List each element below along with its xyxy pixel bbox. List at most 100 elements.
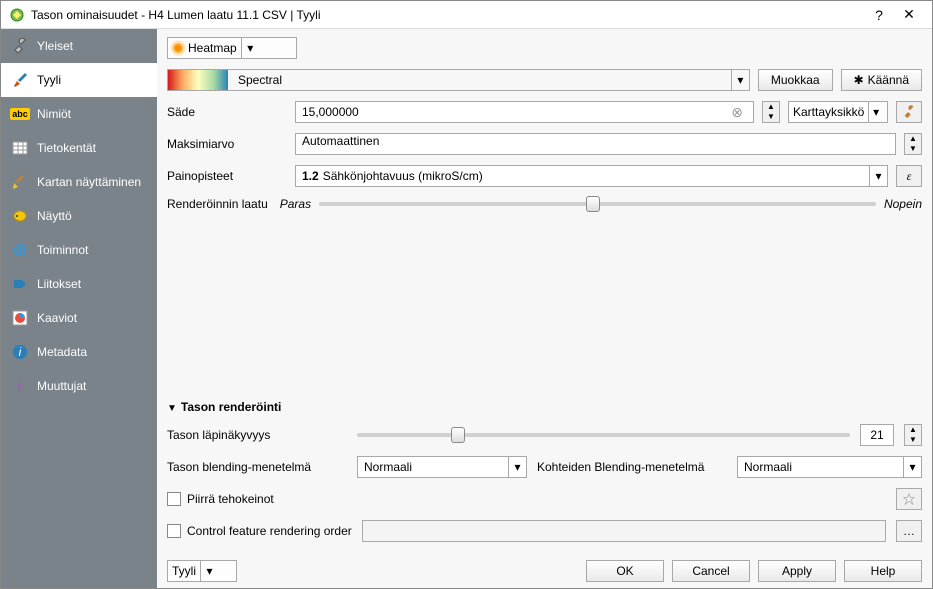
chevron-down-icon: ▾ <box>868 102 883 122</box>
svg-text:ε: ε <box>17 379 23 393</box>
sidebar-item-label: Metadata <box>37 345 87 359</box>
slider-thumb[interactable] <box>586 196 600 212</box>
quality-slider[interactable] <box>319 202 876 206</box>
app-icon <box>9 7 25 23</box>
abc-icon: abc <box>11 105 29 123</box>
opacity-label: Tason läpinäkyvyys <box>167 428 347 442</box>
wrench-icon <box>11 37 29 55</box>
sidebar-item-general[interactable]: Yleiset <box>1 29 157 63</box>
chevron-down-icon: ▾ <box>200 561 218 581</box>
heatmap-icon <box>172 42 184 54</box>
sidebar-item-rendering[interactable]: Kartan näyttäminen <box>1 165 157 199</box>
maximum-spinner[interactable]: ▲▼ <box>904 133 922 155</box>
draw-effects-checkbox[interactable]: Piirrä tehokeinot <box>167 492 274 506</box>
brush-icon <box>11 71 29 89</box>
clear-icon[interactable]: ⊗ <box>727 104 747 121</box>
titlebar: Tason ominaisuudet - H4 Lumen laatu 11.1… <box>1 1 932 29</box>
opacity-spinner[interactable]: ▲▼ <box>904 424 922 446</box>
edit-ramp-button[interactable]: Muokkaa <box>758 69 833 91</box>
cancel-button[interactable]: Cancel <box>672 560 750 582</box>
chevron-down-icon: ▾ <box>903 457 921 477</box>
weight-field-name: Sähkönjohtavuus (mikroS/cm) <box>323 169 483 183</box>
renderer-name: Heatmap <box>188 41 237 55</box>
sidebar-item-label: Muuttujat <box>37 379 86 393</box>
window-title: Tason ominaisuudet - H4 Lumen laatu 11.1… <box>31 8 864 22</box>
sidebar-item-variables[interactable]: ε Muuttujat <box>1 369 157 403</box>
feature-blend-combo[interactable]: Normaali ▾ <box>737 456 922 478</box>
control-order-checkbox[interactable]: Control feature rendering order <box>167 524 352 538</box>
quality-right-label: Nopein <box>884 197 922 211</box>
display-icon <box>11 207 29 225</box>
broom-icon <box>11 173 29 191</box>
table-icon <box>11 139 29 157</box>
chevron-down-icon: ▾ <box>508 457 526 477</box>
style-menu-button[interactable]: Tyyli ▾ <box>167 560 237 582</box>
ok-button[interactable]: OK <box>586 560 664 582</box>
chevron-down-icon: ▾ <box>731 70 749 90</box>
sidebar-item-style[interactable]: Tyyli <box>1 63 157 97</box>
opacity-slider[interactable] <box>357 433 850 437</box>
control-order-button[interactable]: … <box>896 520 922 542</box>
radius-input[interactable]: 15,000000 ⊗ <box>295 101 754 123</box>
color-ramp-combo[interactable]: Spectral ▾ <box>167 69 750 91</box>
main-panel: Heatmap ▾ Spectral ▾ Muokkaa ✱Käännä Säd… <box>157 29 932 588</box>
color-ramp-preview <box>168 70 228 90</box>
color-ramp-name: Spectral <box>238 73 282 87</box>
join-icon <box>11 275 29 293</box>
sidebar-item-joins[interactable]: Liitokset <box>1 267 157 301</box>
unit-settings-button[interactable] <box>896 101 922 123</box>
slider-thumb[interactable] <box>451 427 465 443</box>
sidebar-item-label: Tyyli <box>37 73 61 87</box>
expression-button[interactable]: ε <box>896 165 922 187</box>
weight-label: Painopisteet <box>167 169 287 183</box>
chart-icon <box>11 309 29 327</box>
radius-spinner[interactable]: ▲▼ <box>762 101 780 123</box>
radius-label: Säde <box>167 105 287 119</box>
weight-field-combo[interactable]: 1.2 Sähkönjohtavuus (mikroS/cm) ▾ <box>295 165 888 187</box>
renderer-combo[interactable]: Heatmap ▾ <box>167 37 297 59</box>
close-button[interactable]: ✕ <box>894 6 924 23</box>
sidebar-item-label: Näyttö <box>37 209 72 223</box>
sidebar: Yleiset Tyyli abc Nimiöt Tietokentät Kar… <box>1 29 157 588</box>
feature-blend-label: Kohteiden Blending-menetelmä <box>537 460 727 474</box>
maximum-label: Maksimiarvo <box>167 137 287 151</box>
sidebar-item-label: Kartan näyttäminen <box>37 175 141 189</box>
chevron-down-icon: ▾ <box>869 166 887 186</box>
checkbox-icon <box>167 524 181 538</box>
sidebar-item-label: Toiminnot <box>37 243 88 257</box>
sidebar-item-label: Liitokset <box>37 277 81 291</box>
field-type-badge: 1.2 <box>302 169 319 183</box>
sidebar-item-actions[interactable]: Toiminnot <box>1 233 157 267</box>
quality-label: Renderöinnin laatu <box>167 197 268 211</box>
chevron-down-icon: ▾ <box>241 38 259 58</box>
sidebar-item-metadata[interactable]: i Metadata <box>1 335 157 369</box>
sidebar-item-fields[interactable]: Tietokentät <box>1 131 157 165</box>
apply-button[interactable]: Apply <box>758 560 836 582</box>
sidebar-item-label: Nimiöt <box>37 107 71 121</box>
effects-settings-button[interactable] <box>896 488 922 510</box>
quality-left-label: Paras <box>280 197 311 211</box>
triangle-down-icon <box>167 400 177 414</box>
layer-blend-combo[interactable]: Normaali ▾ <box>357 456 527 478</box>
control-order-expression <box>362 520 886 542</box>
invert-ramp-button[interactable]: ✱Käännä <box>841 69 922 91</box>
sidebar-item-labels[interactable]: abc Nimiöt <box>1 97 157 131</box>
sidebar-item-label: Yleiset <box>37 39 73 53</box>
layer-rendering-header[interactable]: Tason renderöinti <box>167 400 922 414</box>
opacity-value-input[interactable]: 21 <box>860 424 894 446</box>
var-icon: ε <box>11 377 29 395</box>
sidebar-item-label: Tietokentät <box>37 141 96 155</box>
sidebar-item-label: Kaaviot <box>37 311 77 325</box>
svg-text:i: i <box>19 345 22 359</box>
layer-blend-label: Tason blending-menetelmä <box>167 460 347 474</box>
gear-icon <box>11 241 29 259</box>
radius-units-combo[interactable]: Karttayksikkö ▾ <box>788 101 888 123</box>
info-icon: i <box>11 343 29 361</box>
maximum-input[interactable]: Automaattinen <box>295 133 896 155</box>
sidebar-item-diagrams[interactable]: Kaaviot <box>1 301 157 335</box>
help-button[interactable]: ? <box>864 7 894 23</box>
invert-icon: ✱ <box>854 73 864 87</box>
help-button[interactable]: Help <box>844 560 922 582</box>
sidebar-item-display[interactable]: Näyttö <box>1 199 157 233</box>
checkbox-icon <box>167 492 181 506</box>
